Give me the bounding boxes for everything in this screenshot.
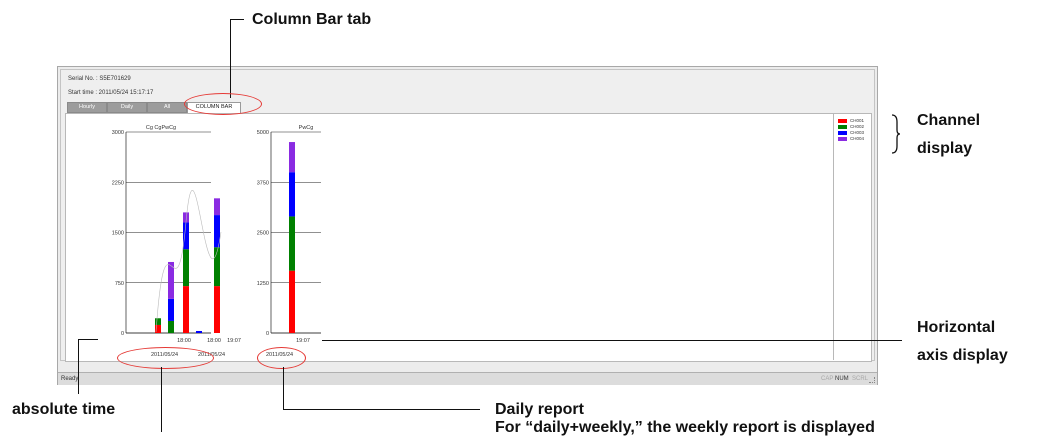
bar-segment-ch001 xyxy=(289,270,295,333)
bar-segment-ch002 xyxy=(214,247,220,287)
bar-segment-ch001 xyxy=(183,286,189,333)
status-cap: CAP xyxy=(821,376,834,382)
y-tick-label: 2500 xyxy=(257,231,269,237)
callout-channel-display-2: display xyxy=(917,140,973,157)
chart-title: PwCg xyxy=(299,125,314,131)
status-scrl: SCRL xyxy=(852,376,869,382)
bar-segment-ch002 xyxy=(168,320,174,333)
start-time-label: Start time : 2011/05/24 15:17:17 xyxy=(68,90,154,96)
callout-daily-report: Daily report xyxy=(495,401,584,418)
callout-line xyxy=(283,367,284,410)
y-tick-label: 0 xyxy=(121,331,124,337)
callout-line xyxy=(230,19,231,98)
callout-daily-weekly-note: For “daily+weekly,” the weekly report is… xyxy=(495,419,875,436)
callout-column-bar-tab: Column Bar tab xyxy=(252,11,372,28)
bar-segment-ch003 xyxy=(183,222,189,250)
bar-segment-ch002 xyxy=(183,249,189,287)
highlight-ellipse xyxy=(117,347,214,369)
legend-label: CH002 xyxy=(850,124,865,129)
chart-title: Cg CgPwCg xyxy=(146,125,176,131)
legend-item-ch003: CH003 xyxy=(838,130,864,135)
legend-swatch xyxy=(838,136,847,141)
bar-segment-ch003 xyxy=(196,330,202,333)
bar-segment-ch003 xyxy=(289,172,295,217)
legend-label: CH003 xyxy=(850,130,865,135)
y-tick-label: 1500 xyxy=(112,231,124,237)
legend-label: CH004 xyxy=(850,136,865,141)
x-tick-label: 19:07 xyxy=(296,338,310,344)
bar-segment-ch004 xyxy=(214,198,220,216)
bar-segment-ch002 xyxy=(155,318,161,325)
legend-swatch xyxy=(838,124,847,129)
main-panel: Serial No. : S5E701629 Start time : 2011… xyxy=(60,69,875,362)
serial-number-label: Serial No. : S5E701629 xyxy=(68,76,131,82)
y-tick-label: 1250 xyxy=(257,281,269,287)
legend-item-ch002: CH002 xyxy=(838,124,864,129)
callout-line xyxy=(78,339,79,394)
tab-hourly[interactable]: Hourly xyxy=(67,102,107,113)
tab-daily[interactable]: Daily xyxy=(107,102,147,113)
application-window: Serial No. : S5E701629 Start time : 2011… xyxy=(57,66,878,385)
callout-line xyxy=(230,19,244,20)
column-bar-charts: Cg CgPwCg 0 750 1500 2250 3000 18:00 18:00 19:07… xyxy=(112,125,321,358)
y-tick-label: 750 xyxy=(115,281,124,287)
callout-horizontal-axis-2: axis display xyxy=(917,347,1008,364)
bar-segment-ch002 xyxy=(289,216,295,271)
chart-area: Cg CgPwCg 0 750 1500 2250 3000 18:00 18:00 19:07… xyxy=(65,113,872,362)
callout-absolute-time: absolute time xyxy=(12,401,116,418)
brace-icon xyxy=(891,114,901,154)
legend-item-ch001: CH001 xyxy=(838,118,864,123)
highlight-ellipse xyxy=(257,347,306,369)
y-tick-label: 5000 xyxy=(257,130,269,136)
status-bar: Ready CAP NUM SCRL xyxy=(58,372,877,385)
status-num: NUM xyxy=(835,376,849,382)
legend-swatch xyxy=(838,118,847,123)
callout-channel-display-1: Channel xyxy=(917,112,981,129)
callout-line xyxy=(78,339,98,340)
legend-label: CH001 xyxy=(850,118,865,123)
x-tick-label: 18:00 xyxy=(207,338,221,344)
legend-swatch xyxy=(838,130,847,135)
y-tick-label: 3750 xyxy=(257,180,269,186)
bar-segment-ch001 xyxy=(214,286,220,333)
y-tick-label: 0 xyxy=(266,331,269,337)
channel-legend: CH001 CH002 CH003 CH004 xyxy=(833,114,870,360)
callout-line xyxy=(161,367,162,432)
legend-item-ch004: CH004 xyxy=(838,136,864,141)
callout-line xyxy=(283,409,480,410)
x-tick-label: 19:07 xyxy=(227,338,241,344)
callout-line xyxy=(322,340,902,341)
status-ready: Ready xyxy=(61,376,79,382)
callout-horizontal-axis-1: Horizontal xyxy=(917,319,996,336)
y-tick-label: 2250 xyxy=(112,180,124,186)
y-tick-label: 3000 xyxy=(112,130,124,136)
resize-grip-icon[interactable] xyxy=(869,377,875,383)
x-tick-label: 18:00 xyxy=(177,338,191,344)
bar-segment-ch003 xyxy=(168,298,174,321)
tab-all[interactable]: All xyxy=(147,102,187,113)
bar-segment-ch004 xyxy=(289,142,295,173)
highlight-ellipse xyxy=(184,93,262,115)
